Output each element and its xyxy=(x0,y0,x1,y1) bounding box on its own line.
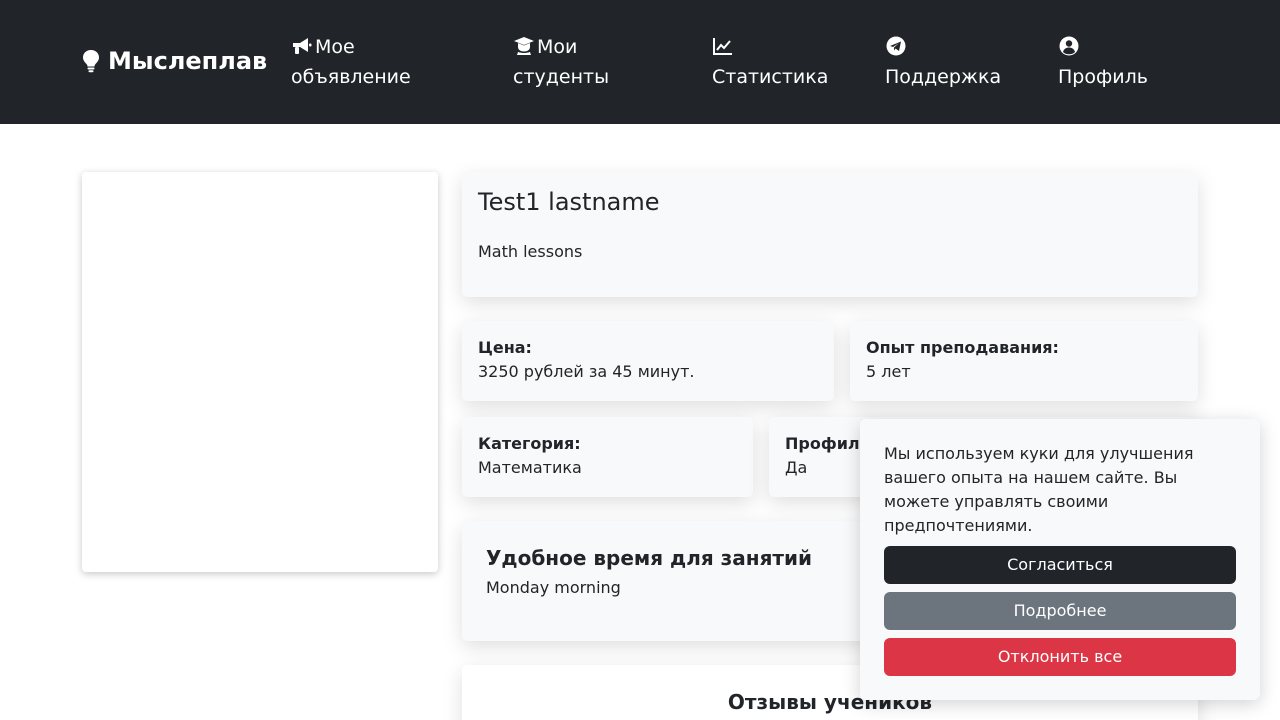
nav-profile[interactable]: Профиль xyxy=(1058,32,1198,92)
schedule-title: Удобное время для занятий xyxy=(486,546,813,570)
cookie-accept-button[interactable]: Согласиться xyxy=(884,546,1236,584)
schedule-value: Monday morning xyxy=(486,578,621,597)
nav-support-label: Поддержка xyxy=(885,66,1002,88)
nav-my-students[interactable]: Мои студенты xyxy=(513,32,653,92)
nav-my-ad[interactable]: Мое объявление xyxy=(291,32,451,92)
nav-my-students-line1: Мои xyxy=(537,36,578,58)
nav-statistics[interactable]: Статистика xyxy=(712,32,852,92)
tutor-header-card: Test1 lastname Math lessons xyxy=(462,172,1198,297)
top-navbar: Мыслеплав Мое объявление Мои студенты Ст… xyxy=(0,0,1280,124)
user-circle-icon xyxy=(1058,35,1080,56)
tutor-photo-card xyxy=(82,172,438,572)
megaphone-icon xyxy=(291,35,313,55)
cookie-text: Мы используем куки для улучшения вашего … xyxy=(884,444,1194,535)
nav-my-ad-line1: Мое xyxy=(315,36,355,58)
nav-my-ad-line2: объявление xyxy=(291,66,411,88)
price-value: 3250 рублей за 45 минут. xyxy=(478,362,695,381)
price-card: Цена: 3250 рублей за 45 минут. xyxy=(462,321,834,401)
profile-value: Да xyxy=(785,458,808,477)
tutor-description: Math lessons xyxy=(478,242,583,261)
brand-link[interactable]: Мыслеплав xyxy=(82,46,267,76)
experience-value: 5 лет xyxy=(866,362,911,381)
profile-label: Профил xyxy=(785,434,860,453)
cookie-more-button[interactable]: Подробнее xyxy=(884,592,1236,630)
chart-line-icon xyxy=(712,35,734,55)
cookie-banner: Мы используем куки для улучшения вашего … xyxy=(860,419,1260,700)
price-label: Цена: xyxy=(478,338,532,357)
brand-name: Мыслеплав xyxy=(108,47,268,75)
experience-card: Опыт преподавания: 5 лет xyxy=(850,321,1198,401)
cookie-decline-button[interactable]: Отклонить все xyxy=(884,638,1236,676)
nav-support[interactable]: Поддержка xyxy=(885,32,1025,92)
graduate-icon xyxy=(513,35,535,55)
experience-label: Опыт преподавания: xyxy=(866,338,1059,357)
tutor-name: Test1 lastname xyxy=(478,188,660,216)
category-card: Категория: Математика xyxy=(462,417,753,497)
nav-profile-label: Профиль xyxy=(1058,66,1148,88)
telegram-icon xyxy=(885,35,907,56)
nav-statistics-label: Статистика xyxy=(712,66,829,88)
nav-my-students-line2: студенты xyxy=(513,66,610,88)
category-value: Математика xyxy=(478,458,582,477)
category-label: Категория: xyxy=(478,434,581,453)
lightbulb-icon xyxy=(82,48,102,74)
